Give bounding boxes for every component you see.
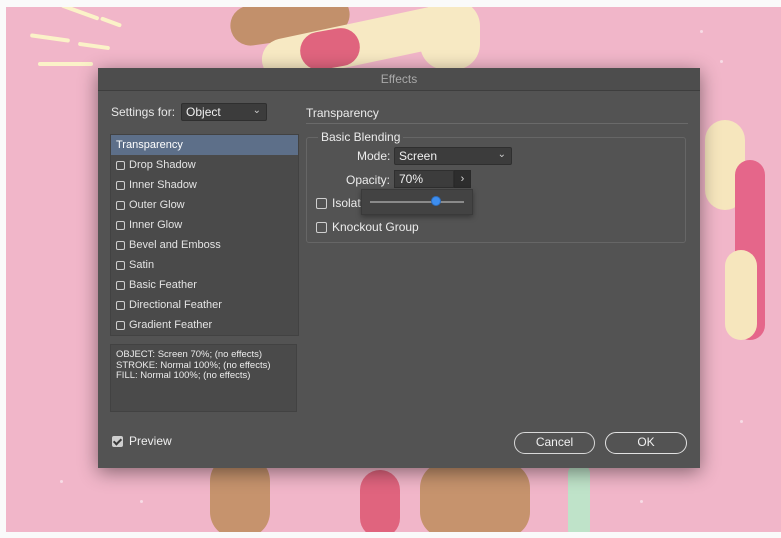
checkbox-icon[interactable] <box>116 180 125 190</box>
opacity-input[interactable]: 70% <box>394 170 454 188</box>
isolate-blending-checkbox[interactable]: Isolat <box>316 196 361 210</box>
mode-value: Screen <box>399 149 438 163</box>
effect-item-label: Inner Shadow <box>129 179 197 191</box>
isolate-label: Isolat <box>332 196 361 210</box>
checkbox-icon <box>316 197 327 209</box>
chevron-right-icon[interactable]: › <box>454 170 471 188</box>
artwork-dash <box>99 16 123 28</box>
effects-summary: OBJECT: Screen 70%; (no effects) STROKE: … <box>110 344 297 412</box>
effect-item[interactable]: Gradient Feather <box>111 315 298 335</box>
knockout-group-checkbox[interactable]: Knockout Group <box>316 220 419 234</box>
artwork-cream-right-2 <box>725 250 757 340</box>
opacity-label: Opacity: <box>346 173 391 187</box>
artwork-speck <box>700 30 703 33</box>
settings-for-label: Settings for: <box>111 105 176 119</box>
effect-item[interactable]: Basic Feather <box>111 275 298 295</box>
effect-item[interactable]: Satin <box>111 255 298 275</box>
preview-label: Preview <box>129 434 172 448</box>
effect-item-label: Outer Glow <box>129 199 185 211</box>
checkbox-icon[interactable] <box>116 320 125 330</box>
knockout-label: Knockout Group <box>332 220 419 234</box>
effect-item-label: Drop Shadow <box>129 159 196 171</box>
basic-blending-title: Basic Blending <box>318 130 404 144</box>
checkbox-icon <box>316 221 327 233</box>
checkbox-icon[interactable] <box>116 300 125 310</box>
check-icon <box>112 435 123 447</box>
section-title: Transparency <box>306 106 379 120</box>
settings-for-row: Settings for: Object ⌄ <box>111 103 268 121</box>
effect-item-label: Gradient Feather <box>129 319 213 331</box>
opacity-slider-popup <box>361 189 473 215</box>
artwork-speck <box>60 480 63 483</box>
effects-dialog: Effects Settings for: Object ⌄ Transpare… <box>98 68 700 468</box>
artwork-speck <box>720 60 723 63</box>
effect-item-label: Inner Glow <box>129 219 183 231</box>
artwork-dash <box>29 33 71 43</box>
effects-list: Transparency Drop Shadow Inner Shadow Outer… <box>110 134 299 336</box>
effect-item-label: Satin <box>129 259 155 271</box>
effect-item-label: Basic Feather <box>129 279 197 291</box>
effect-item[interactable]: Drop Shadow <box>111 155 298 175</box>
effect-item[interactable]: Transparency <box>111 135 298 155</box>
checkbox-icon[interactable] <box>116 240 125 250</box>
checkbox-icon[interactable] <box>116 260 125 270</box>
artwork-dash <box>38 62 93 66</box>
checkbox-icon[interactable] <box>116 280 125 290</box>
artwork-speck <box>640 500 643 503</box>
summary-line: FILL: Normal 100%; (no effects) <box>116 370 251 381</box>
dialog-title: Effects <box>98 68 700 91</box>
effect-item-label: Transparency <box>116 139 183 151</box>
effect-item-label: Directional Feather <box>129 299 222 311</box>
effect-item[interactable]: Bevel and Emboss <box>111 235 298 255</box>
opacity-slider-track[interactable] <box>370 201 464 203</box>
settings-for-dropdown[interactable]: Object ⌄ <box>181 103 268 121</box>
mode-label: Mode: <box>357 149 391 163</box>
checkbox-icon[interactable] <box>116 200 125 210</box>
cancel-button[interactable]: Cancel <box>514 432 595 454</box>
artwork-brown-bottom-2 <box>420 462 530 538</box>
effect-item[interactable]: Inner Glow <box>111 215 298 235</box>
canvas-edge-left <box>0 0 6 538</box>
summary-line: OBJECT: Screen 70%; (no effects) <box>116 349 263 360</box>
effect-item[interactable]: Outer Glow <box>111 195 298 215</box>
artwork-mint-bottom <box>568 465 590 538</box>
artwork-speck <box>140 500 143 503</box>
ok-button[interactable]: OK <box>605 432 687 454</box>
mode-dropdown[interactable]: Screen ⌄ <box>394 147 512 165</box>
artwork-dash <box>77 41 111 51</box>
checkbox-icon[interactable] <box>116 220 125 230</box>
effect-item-label: Bevel and Emboss <box>129 239 221 251</box>
effect-item[interactable]: Inner Shadow <box>111 175 298 195</box>
artwork-cream-letter <box>420 0 480 70</box>
preview-checkbox[interactable]: Preview <box>112 434 172 448</box>
canvas-edge-bottom <box>0 532 781 538</box>
artwork-speck <box>740 420 743 423</box>
settings-for-value: Object <box>186 105 221 119</box>
opacity-slider-handle[interactable] <box>430 196 441 206</box>
effect-item[interactable]: Directional Feather <box>111 295 298 315</box>
chevron-down-icon: ⌄ <box>252 105 262 116</box>
canvas-edge-top <box>0 0 781 7</box>
section-divider <box>306 123 688 124</box>
chevron-down-icon: ⌄ <box>497 149 506 160</box>
artwork-red-bottom <box>360 470 400 538</box>
checkbox-icon[interactable] <box>116 160 125 170</box>
